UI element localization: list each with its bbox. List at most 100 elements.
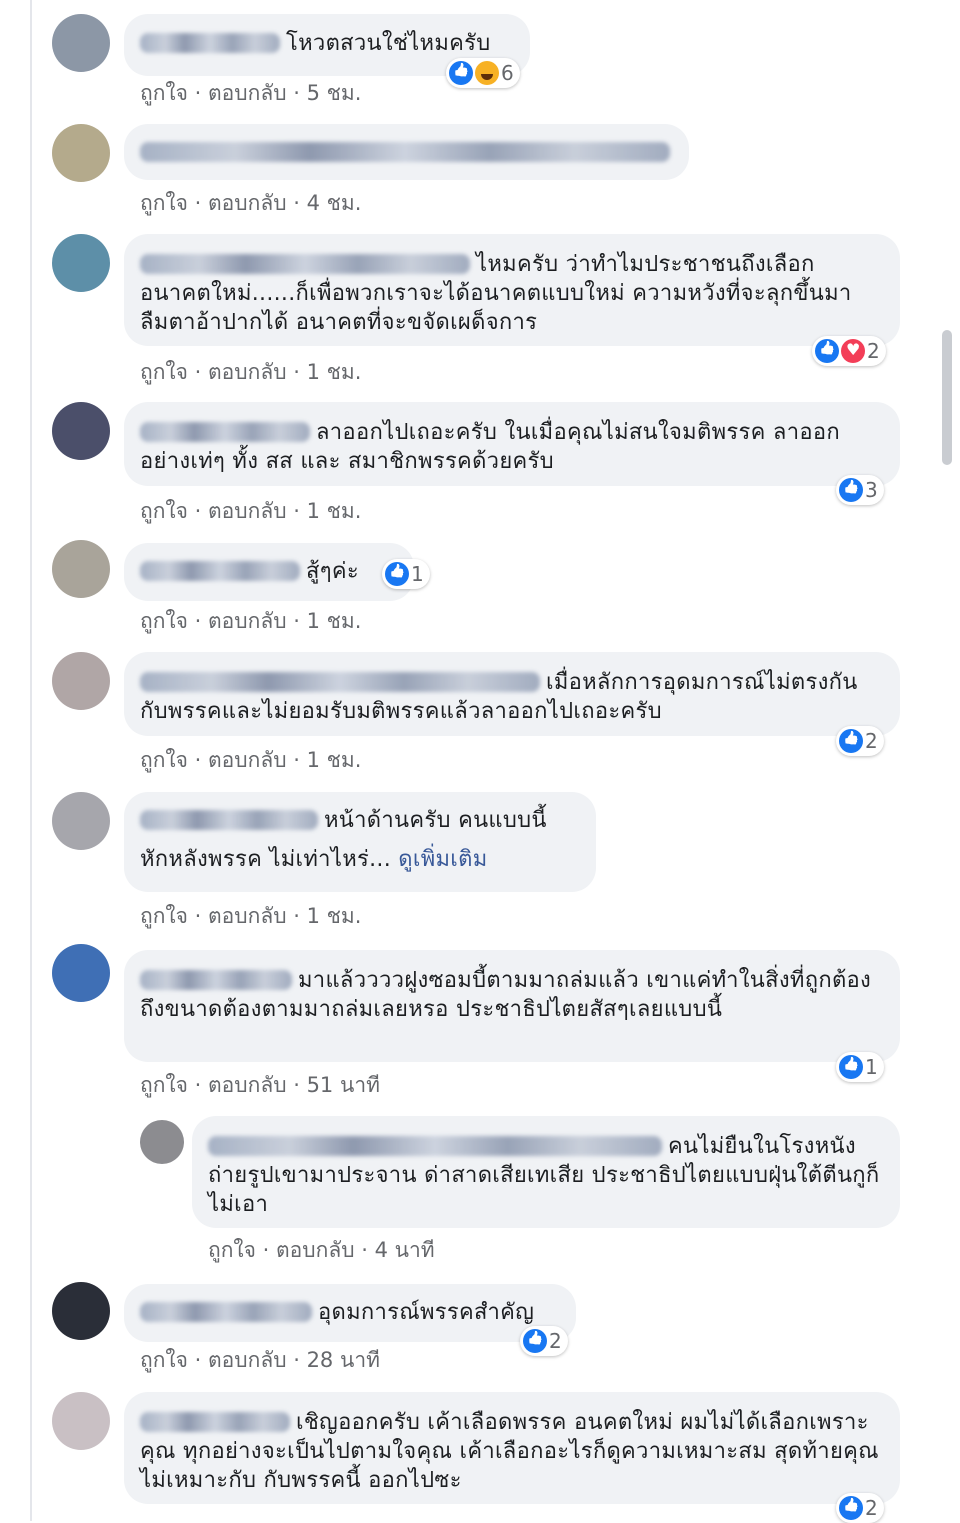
separator: · xyxy=(188,499,209,523)
reaction-summary[interactable]: 1 xyxy=(382,559,430,589)
reaction-summary[interactable]: 6 xyxy=(446,58,520,88)
separator: · xyxy=(188,904,209,928)
reaction-count: 3 xyxy=(865,478,878,502)
commenter-name-blurred[interactable] xyxy=(140,1412,290,1432)
reaction-summary[interactable]: 2 xyxy=(520,1326,568,1356)
reaction-summary[interactable]: 2 xyxy=(836,726,884,756)
reaction-count: 1 xyxy=(411,562,424,586)
comment-bubble: อุดมการณ์พรรคสำคัญ xyxy=(124,1284,576,1342)
reply-link[interactable]: ตอบกลับ xyxy=(208,81,287,105)
comment-actions: ถูกใจ · ตอบกลับ · 28 นาที xyxy=(140,1344,380,1377)
separator: · xyxy=(354,1238,375,1262)
reply-link[interactable]: ตอบกลับ xyxy=(208,191,287,215)
separator: · xyxy=(188,191,209,215)
comment-actions: ถูกใจ · ตอบกลับ · 1 ชม. xyxy=(140,900,361,933)
reaction-count: 2 xyxy=(549,1329,562,1353)
commenter-name-blurred[interactable] xyxy=(140,142,670,162)
like-link[interactable]: ถูกใจ xyxy=(140,499,188,523)
avatar[interactable] xyxy=(52,1282,110,1340)
like-link[interactable]: ถูกใจ xyxy=(140,1073,188,1097)
comment-bubble: คนไม่ยืนในโรงหนังถ่ายรูปเขามาประจาน ด่าส… xyxy=(192,1116,900,1228)
comment-text-continued: หักหลังพรรค ไม่เท่าไหร่... xyxy=(140,847,391,872)
comment-actions: ถูกใจ · ตอบกลับ · 4 ชม. xyxy=(140,187,361,220)
comment-actions: ถูกใจ · ตอบกลับ · 4 นาที xyxy=(208,1234,435,1267)
reply-link[interactable]: ตอบกลับ xyxy=(276,1238,355,1262)
reply-link[interactable]: ตอบกลับ xyxy=(208,360,287,384)
avatar[interactable] xyxy=(52,234,110,292)
reaction-count: 2 xyxy=(865,729,878,753)
haha-icon xyxy=(475,61,499,85)
commenter-name-blurred[interactable] xyxy=(140,672,540,692)
avatar[interactable] xyxy=(52,124,110,182)
commenter-name-blurred[interactable] xyxy=(140,561,300,581)
left-divider xyxy=(30,0,32,1521)
timestamp[interactable]: 1 ชม. xyxy=(307,904,362,928)
comment-bubble: สู้ๆค่ะ xyxy=(124,543,414,601)
separator: · xyxy=(286,360,307,384)
avatar[interactable] xyxy=(52,792,110,850)
like-link[interactable]: ถูกใจ xyxy=(140,1348,188,1372)
commenter-name-blurred[interactable] xyxy=(208,1136,662,1156)
reply-link[interactable]: ตอบกลับ xyxy=(208,904,287,928)
avatar[interactable] xyxy=(52,402,110,460)
reaction-summary[interactable]: 2 xyxy=(812,336,886,366)
timestamp[interactable]: 1 ชม. xyxy=(307,609,362,633)
separator: · xyxy=(286,904,307,928)
avatar[interactable] xyxy=(140,1120,184,1164)
reaction-summary[interactable]: 3 xyxy=(836,475,884,505)
separator: · xyxy=(286,609,307,633)
timestamp[interactable]: 5 ชม. xyxy=(307,81,362,105)
reaction-summary[interactable]: 2 xyxy=(836,1493,884,1523)
comment-bubble: ลาออกไปเถอะครับ ในเมื่อคุณไม่สนใจมติพรรค… xyxy=(124,402,900,486)
commenter-name-blurred[interactable] xyxy=(140,970,292,990)
separator: · xyxy=(188,748,209,772)
scrollbar-thumb[interactable] xyxy=(942,330,952,465)
avatar[interactable] xyxy=(52,652,110,710)
like-link[interactable]: ถูกใจ xyxy=(140,748,188,772)
commenter-name-blurred[interactable] xyxy=(140,810,318,830)
commenter-name-blurred[interactable] xyxy=(140,422,310,442)
avatar[interactable] xyxy=(52,540,110,598)
comment-actions: ถูกใจ · ตอบกลับ · 1 ชม. xyxy=(140,356,361,389)
like-icon xyxy=(815,339,839,363)
comment-actions: ถูกใจ · ตอบกลับ · 1 ชม. xyxy=(140,605,361,638)
timestamp[interactable]: 1 ชม. xyxy=(307,748,362,772)
reply-link[interactable]: ตอบกลับ xyxy=(208,499,287,523)
comment-bubble: หน้าด้านครับ คนแบบนี้ หักหลังพรรค ไม่เท่… xyxy=(124,792,596,892)
reply-link[interactable]: ตอบกลับ xyxy=(208,748,287,772)
like-link[interactable]: ถูกใจ xyxy=(140,191,188,215)
timestamp[interactable]: 1 ชม. xyxy=(307,360,362,384)
comment-bubble: ไหมครับ ว่าทำไมประชาชนถึงเลือกอนาคตใหม่.… xyxy=(124,234,900,346)
like-link[interactable]: ถูกใจ xyxy=(140,81,188,105)
reply-link[interactable]: ตอบกลับ xyxy=(208,1073,287,1097)
separator: · xyxy=(286,1348,307,1372)
like-link[interactable]: ถูกใจ xyxy=(140,904,188,928)
commenter-name-blurred[interactable] xyxy=(140,1302,312,1322)
commenter-name-blurred[interactable] xyxy=(140,254,470,274)
like-link[interactable]: ถูกใจ xyxy=(140,609,188,633)
avatar[interactable] xyxy=(52,944,110,1002)
comment-text: หน้าด้านครับ คนแบบนี้ xyxy=(324,808,547,833)
reply-link[interactable]: ตอบกลับ xyxy=(208,1348,287,1372)
timestamp[interactable]: 1 ชม. xyxy=(307,499,362,523)
avatar[interactable] xyxy=(52,1392,110,1450)
like-link[interactable]: ถูกใจ xyxy=(208,1238,256,1262)
love-icon xyxy=(841,339,865,363)
timestamp[interactable]: 51 นาที xyxy=(307,1073,380,1097)
separator: · xyxy=(188,1073,209,1097)
like-icon xyxy=(839,1496,863,1520)
like-link[interactable]: ถูกใจ xyxy=(140,360,188,384)
timestamp[interactable]: 4 ชม. xyxy=(307,191,362,215)
avatar[interactable] xyxy=(52,14,110,72)
separator: · xyxy=(188,609,209,633)
see-more-link[interactable]: ดูเพิ่มเติม xyxy=(398,847,487,872)
reaction-count: 2 xyxy=(867,339,880,363)
comment-bubble xyxy=(124,124,689,180)
reaction-summary[interactable]: 1 xyxy=(836,1052,884,1082)
reaction-count: 2 xyxy=(865,1496,878,1520)
timestamp[interactable]: 28 นาที xyxy=(307,1348,380,1372)
reply-link[interactable]: ตอบกลับ xyxy=(208,609,287,633)
commenter-name-blurred[interactable] xyxy=(140,33,280,53)
timestamp[interactable]: 4 นาที xyxy=(375,1238,435,1262)
reaction-count: 1 xyxy=(865,1055,878,1079)
